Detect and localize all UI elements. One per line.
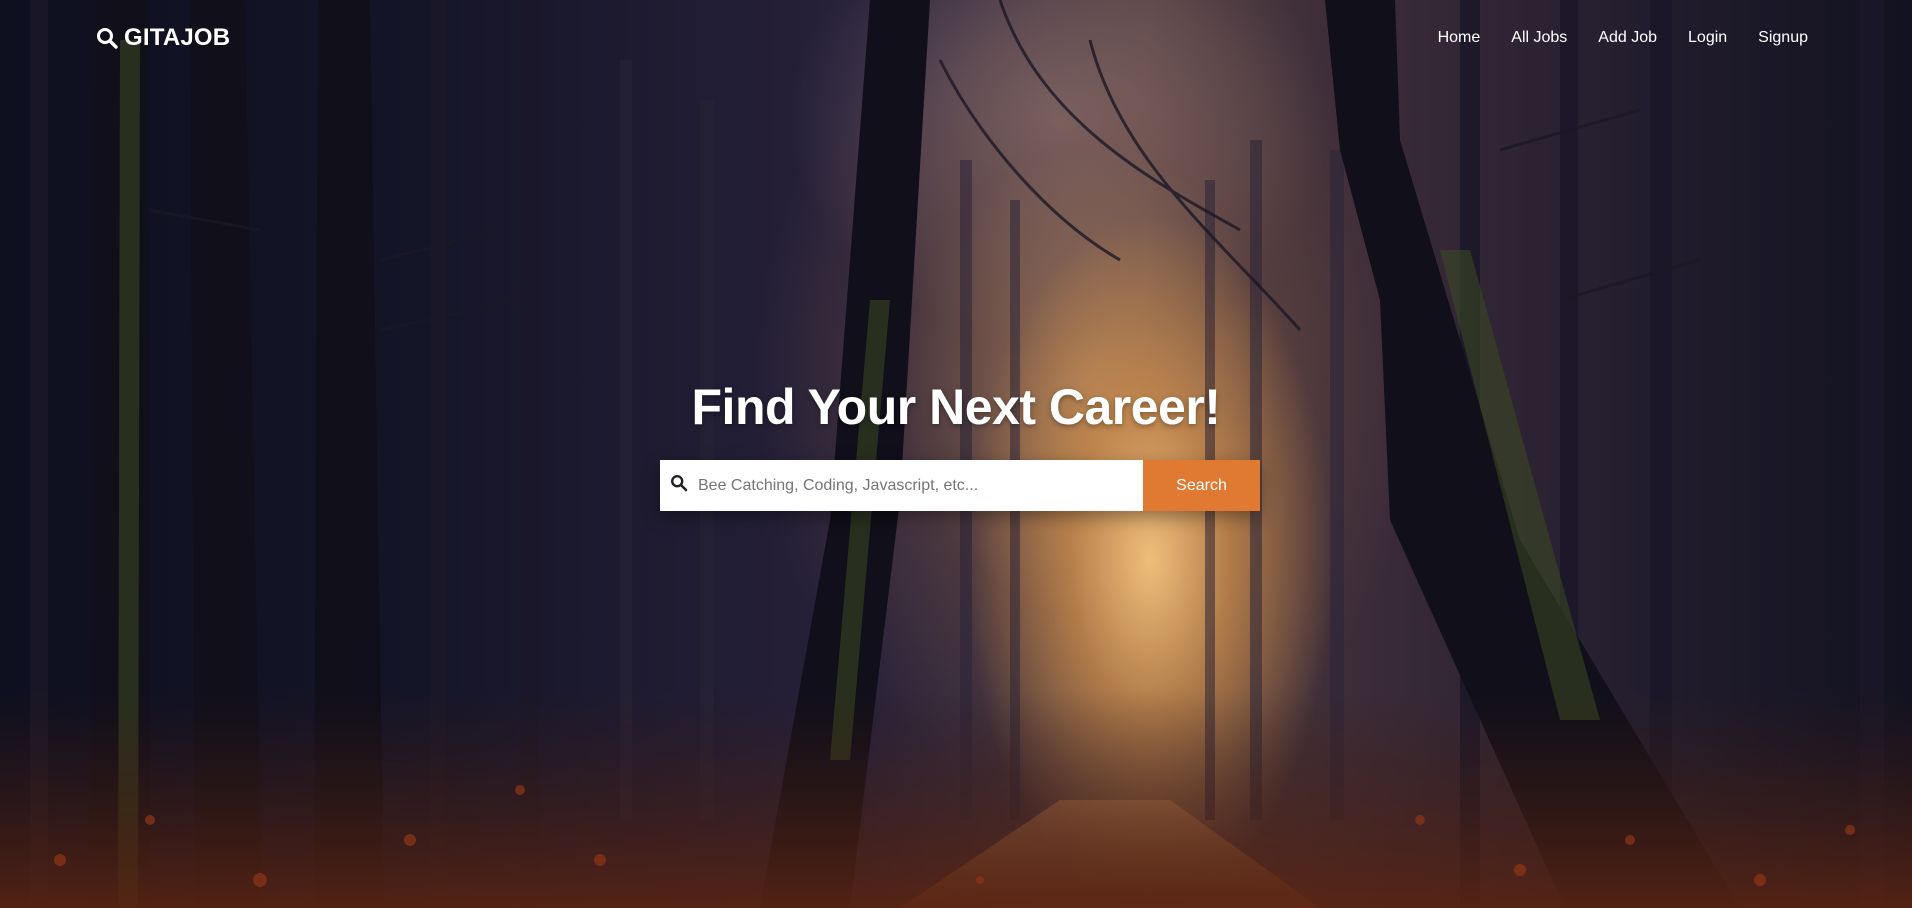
job-search-form: Search bbox=[660, 460, 1260, 511]
search-icon bbox=[670, 474, 688, 497]
nav-link-all-jobs[interactable]: All Jobs bbox=[1511, 29, 1567, 47]
nav-link-home[interactable]: Home bbox=[1438, 29, 1481, 47]
nav-link-add-job[interactable]: Add Job bbox=[1598, 29, 1657, 47]
hero-background-image bbox=[0, 0, 1912, 908]
hero-headline: Find Your Next Career! bbox=[691, 379, 1221, 435]
nav-link-signup[interactable]: Signup bbox=[1758, 29, 1808, 47]
navbar: GITAJOB Home All Jobs Add Job Login Sign… bbox=[0, 0, 1912, 78]
search-button[interactable]: Search bbox=[1143, 460, 1260, 511]
search-input-wrapper bbox=[660, 460, 1143, 511]
search-icon bbox=[96, 27, 118, 49]
nav-link-login[interactable]: Login bbox=[1688, 29, 1727, 47]
brand-logo-link[interactable]: GITAJOB bbox=[96, 24, 230, 52]
brand-name: GITAJOB bbox=[124, 24, 231, 51]
job-search-input[interactable] bbox=[688, 460, 1143, 511]
nav-links: Home All Jobs Add Job Login Signup bbox=[1438, 29, 1808, 47]
